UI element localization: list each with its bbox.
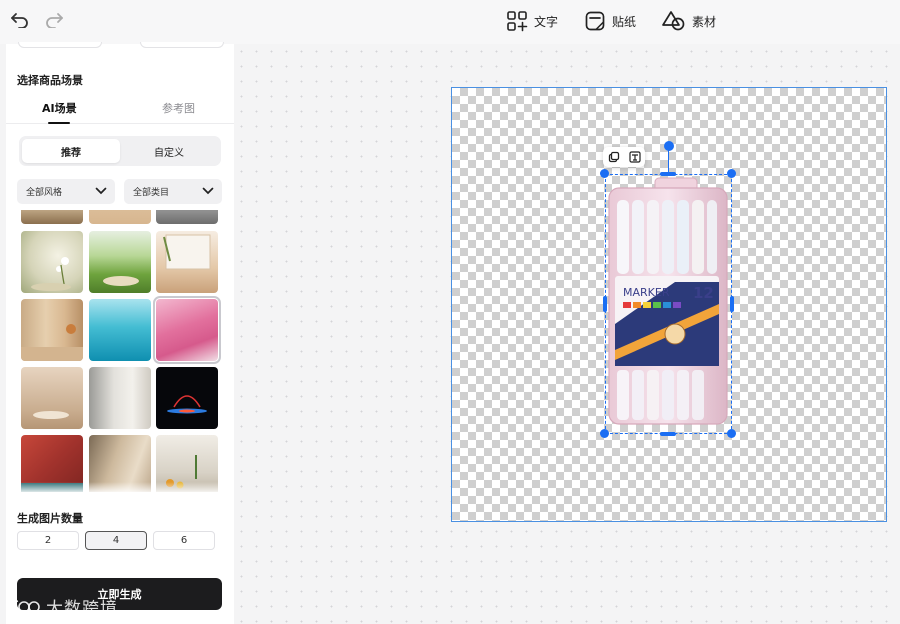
scene-thumbnail[interactable] [21, 231, 83, 293]
duplicate-icon[interactable] [608, 151, 620, 163]
sticker-tool-button[interactable]: 贴纸 [584, 8, 636, 34]
category-filter-dropdown[interactable]: 全部类目 [124, 179, 222, 204]
scene-thumbnail[interactable] [89, 231, 151, 293]
resize-handle-top-left[interactable] [600, 169, 609, 178]
panel-top-tab-right[interactable] [140, 42, 224, 48]
scene-thumbnail-selected[interactable] [153, 296, 221, 364]
scene-thumbnail[interactable] [21, 299, 83, 361]
segment-recommended[interactable]: 推荐 [22, 139, 120, 163]
material-tool-button[interactable]: 素材 [662, 8, 716, 34]
grid-fade [6, 482, 234, 494]
tab-reference-image[interactable]: 参考图 [162, 100, 195, 116]
scene-segment-control: 推荐 自定义 [19, 136, 221, 166]
top-toolbar: 文字 贴纸 素材 [0, 0, 900, 44]
segment-custom[interactable]: 自定义 [120, 139, 218, 163]
shapes-icon [662, 11, 685, 31]
watermark-text: 大数跨境 [46, 599, 118, 619]
undo-arrow-icon [11, 13, 28, 28]
element-mini-toolbar [603, 147, 645, 167]
material-tool-label: 素材 [692, 14, 717, 29]
resize-handle-bottom[interactable] [660, 432, 676, 436]
resize-handle-top-right[interactable] [727, 169, 736, 178]
section-title: 选择商品场景 [17, 74, 83, 87]
scene-thumbnail[interactable] [156, 210, 218, 224]
redo-button[interactable] [42, 8, 66, 32]
scene-thumbnail-grid [6, 210, 234, 492]
selection-box [605, 174, 732, 434]
scene-panel: 选择商品场景 AI场景 参考图 推荐 自定义 全部风格 全部类目 生成图片数量 … [6, 42, 234, 624]
scene-thumbnail[interactable] [21, 210, 83, 224]
text-tool-label: 文字 [534, 14, 559, 29]
panel-top-tab-left[interactable] [18, 42, 102, 48]
style-filter-value: 全部风格 [26, 188, 63, 198]
scene-thumbnail[interactable] [156, 367, 218, 429]
rotate-handle[interactable] [664, 141, 674, 151]
resize-handle-left[interactable] [603, 296, 607, 312]
text-grid-icon [507, 11, 528, 32]
undo-button[interactable] [8, 8, 32, 32]
count-option-6[interactable]: 6 [153, 531, 215, 550]
sticker-icon [585, 11, 605, 31]
scene-thumbnail[interactable] [89, 210, 151, 224]
scene-thumbnail[interactable] [21, 367, 83, 429]
count-option-2[interactable]: 2 [17, 531, 79, 550]
text-tool-button[interactable]: 文字 [506, 8, 558, 34]
scene-thumbnail[interactable] [89, 299, 151, 361]
resize-handle-bottom-left[interactable] [600, 429, 609, 438]
active-tab-indicator [48, 122, 70, 124]
rotate-connector [668, 148, 670, 174]
count-option-4[interactable]: 4 [85, 531, 147, 550]
chevron-down-icon [202, 187, 214, 195]
tab-ai-scene[interactable]: AI场景 [42, 100, 77, 116]
resize-handle-bottom-right[interactable] [727, 429, 736, 438]
image-count-title: 生成图片数量 [17, 512, 83, 525]
watermark-logo-icon [10, 599, 40, 613]
align-icon[interactable] [628, 151, 641, 163]
scene-tabs: AI场景 参考图 [6, 100, 234, 124]
watermark: 大数跨境 [8, 594, 118, 619]
category-filter-value: 全部类目 [133, 188, 170, 198]
chevron-down-icon [95, 187, 107, 195]
scene-thumbnail[interactable] [89, 367, 151, 429]
resize-handle-top[interactable] [660, 172, 676, 176]
style-filter-dropdown[interactable]: 全部风格 [17, 179, 115, 204]
scene-thumbnail[interactable] [156, 231, 218, 293]
sticker-tool-label: 贴纸 [612, 14, 637, 29]
redo-arrow-icon [46, 13, 63, 28]
resize-handle-right[interactable] [730, 296, 734, 312]
